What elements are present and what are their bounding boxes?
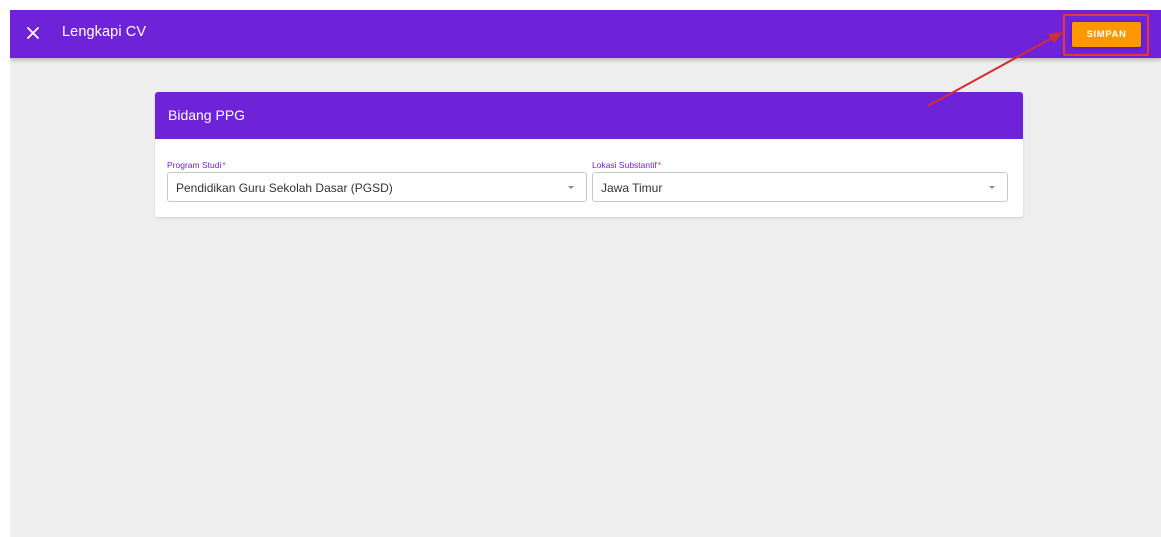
app-frame: Lengkapi CV SIMPAN Bidang PPG Program St… bbox=[10, 10, 1161, 537]
program-studi-select[interactable]: Pendidikan Guru Sekolah Dasar (PGSD) bbox=[167, 172, 587, 202]
lokasi-substantif-value: Jawa Timur bbox=[601, 181, 663, 195]
card-title: Bidang PPG bbox=[168, 107, 246, 123]
program-studi-label: Program Studi* bbox=[167, 160, 226, 170]
app-bar: Lengkapi CV SIMPAN bbox=[10, 10, 1161, 58]
lokasi-substantif-select[interactable]: Jawa Timur bbox=[592, 172, 1008, 202]
card-header: Bidang PPG bbox=[155, 92, 1023, 139]
save-button[interactable]: SIMPAN bbox=[1072, 22, 1141, 47]
page-title: Lengkapi CV bbox=[62, 24, 147, 40]
lokasi-substantif-label: Lokasi Substantif* bbox=[592, 160, 661, 170]
bidang-ppg-card: Bidang PPG Program Studi* Pendidikan Gur… bbox=[155, 92, 1023, 217]
program-studi-value: Pendidikan Guru Sekolah Dasar (PGSD) bbox=[176, 181, 393, 195]
program-studi-label-text: Program Studi bbox=[167, 160, 222, 170]
chevron-down-icon bbox=[989, 186, 995, 189]
required-mark: * bbox=[222, 160, 226, 170]
close-button[interactable] bbox=[22, 22, 44, 44]
chevron-down-icon bbox=[568, 186, 574, 189]
lokasi-substantif-label-text: Lokasi Substantif bbox=[592, 160, 657, 170]
close-icon bbox=[27, 27, 39, 39]
required-mark: * bbox=[657, 160, 662, 170]
